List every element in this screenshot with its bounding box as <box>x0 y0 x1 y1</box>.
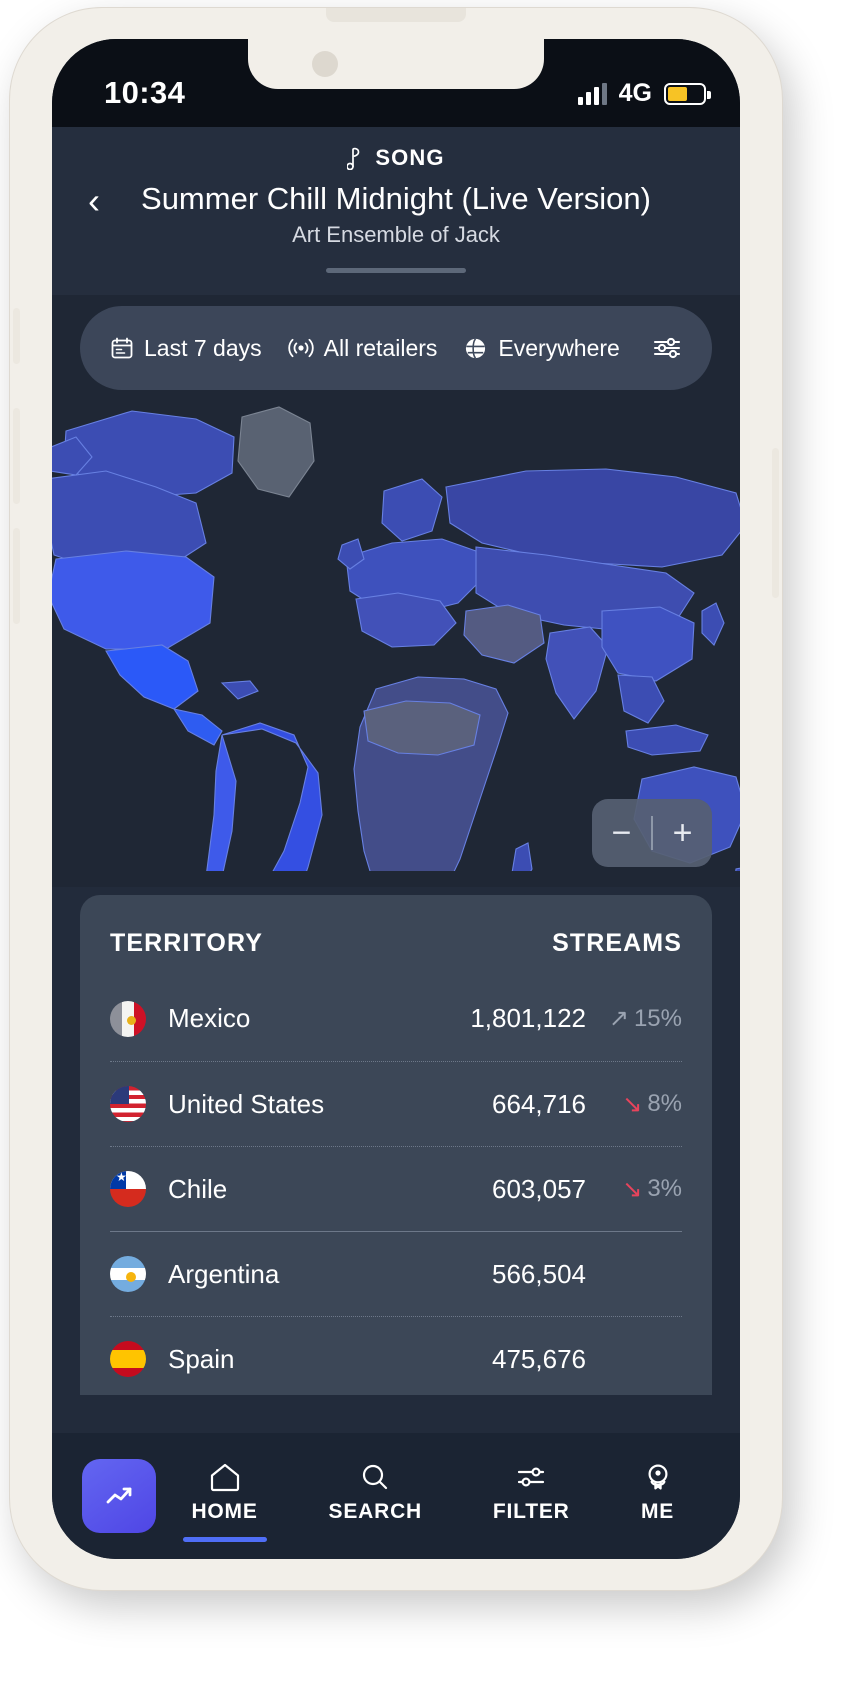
map-zoom-out-button[interactable]: − <box>592 799 651 867</box>
calendar-icon <box>111 337 133 359</box>
world-map-svg <box>52 406 740 871</box>
table-row[interactable]: United States 664,716 ↘ 8% <box>110 1061 682 1146</box>
nav-items: HOME SEARCH FILTER ME <box>156 1461 710 1542</box>
front-camera-icon <box>312 51 338 77</box>
table-row[interactable]: Spain 475,676 <box>110 1316 682 1395</box>
trend-delta-label: 8% <box>647 1090 682 1117</box>
nav-label-me: ME <box>640 1499 675 1523</box>
chile-flag <box>110 1171 146 1207</box>
nav-item-home[interactable]: HOME <box>182 1461 267 1542</box>
entity-type-kicker: SONG <box>52 145 740 171</box>
argentina-flag <box>110 1256 146 1292</box>
power-button[interactable] <box>772 448 779 598</box>
signal-bars-icon <box>577 82 607 105</box>
filter-bar: Last 7 days All retailers Everywhere <box>80 306 712 390</box>
music-note-icon <box>347 147 360 170</box>
table-row[interactable]: Mexico 1,801,122 ↗ 15% <box>110 976 682 1061</box>
status-bar: 10:34 4G <box>52 39 740 127</box>
filter-territory-label: Everywhere <box>498 334 620 361</box>
territory-name: Spain <box>168 1343 235 1374</box>
column-header-streams: STREAMS <box>552 929 682 957</box>
stream-count: 475,676 <box>492 1343 586 1374</box>
filter-settings-button[interactable] <box>652 335 682 361</box>
united-states-flag <box>110 1086 146 1122</box>
trend-delta-label: 15% <box>633 1004 682 1032</box>
profile-icon <box>648 1464 668 1489</box>
volume-up-button[interactable] <box>13 408 20 504</box>
frame-speaker-notch <box>326 8 466 22</box>
sheet-grabber[interactable] <box>326 268 466 273</box>
nav-label-search: SEARCH <box>328 1499 423 1523</box>
network-type-label: 4G <box>618 79 652 107</box>
screenshot-root: 10:34 4G ‹ SONG Summer Chill Midnight (L… <box>0 0 842 1704</box>
artist-subtitle: Art Ensemble of Jack <box>292 222 500 247</box>
search-icon <box>363 1464 388 1489</box>
phone-frame: 10:34 4G ‹ SONG Summer Chill Midnight (L… <box>10 8 782 1590</box>
spain-flag <box>110 1341 146 1377</box>
trend-delta-label: 3% <box>647 1175 682 1202</box>
filter-date-range[interactable]: Last 7 days <box>110 335 262 362</box>
battery-icon <box>664 82 711 105</box>
nav-item-me[interactable]: ME <box>641 1461 675 1532</box>
map-zoom-controls: − + <box>592 799 712 867</box>
nav-active-underline <box>182 1536 267 1542</box>
map-zoom-in-button[interactable]: + <box>653 799 712 867</box>
phone-screen: 10:34 4G ‹ SONG Summer Chill Midnight (L… <box>52 39 740 1559</box>
display-notch <box>248 39 544 89</box>
broadcast-icon <box>288 338 314 358</box>
silent-switch[interactable] <box>13 308 20 364</box>
trend-delta: ↗ 15% <box>586 1004 682 1033</box>
stream-count: 603,057 <box>492 1173 586 1204</box>
trend-line-icon <box>106 1487 132 1504</box>
page-title: Summer Chill Midnight (Live Version) <box>141 181 651 216</box>
trend-delta: ↘ 3% <box>586 1175 682 1204</box>
sliders-icon <box>653 337 681 359</box>
table-row[interactable]: Argentina 566,504 <box>110 1231 682 1316</box>
territory-name: Chile <box>168 1173 228 1204</box>
stream-count: 566,504 <box>492 1258 586 1289</box>
stream-count: 1,801,122 <box>470 1003 586 1033</box>
territory-name: United States <box>168 1088 325 1119</box>
column-header-territory: TERRITORY <box>110 929 263 957</box>
trend-down-icon: ↘ <box>622 1090 643 1118</box>
world-map[interactable]: Last 7 days All retailers Everywhere − + <box>52 295 740 887</box>
filter-retailers[interactable]: All retailers <box>288 334 438 362</box>
stream-count: 664,716 <box>492 1088 586 1119</box>
table-row[interactable]: Chile603,057↘3% <box>110 1146 682 1231</box>
trend-delta: ↘ 8% <box>586 1090 682 1119</box>
territory-name: Argentina <box>168 1258 280 1289</box>
filter-territory[interactable]: Everywhere <box>463 334 620 362</box>
table-header-row: TERRITORY STREAMS <box>110 895 682 976</box>
status-indicators: 4G <box>577 75 711 108</box>
table-body: Mexico 1,801,122 ↗ 15% United States 664,716 ↘… <box>110 976 682 1395</box>
bottom-navigation: HOME SEARCH FILTER ME <box>52 1433 740 1559</box>
territory-table: TERRITORY STREAMS Mexico 1,801,122 ↗ 15% Uni… <box>80 895 712 1395</box>
status-time: 10:34 <box>104 75 186 110</box>
home-icon <box>210 1463 239 1491</box>
sliders-icon <box>518 1466 545 1487</box>
back-button[interactable]: ‹ <box>88 183 100 219</box>
filter-date-label: Last 7 days <box>144 334 262 361</box>
kicker-label: SONG <box>375 145 445 170</box>
nav-item-filter[interactable]: FILTER <box>493 1461 570 1532</box>
analytics-app-icon[interactable] <box>82 1459 156 1533</box>
trend-down-icon: ↘ <box>622 1175 643 1203</box>
nav-item-search[interactable]: SEARCH <box>329 1461 422 1532</box>
volume-down-button[interactable] <box>13 528 20 624</box>
territory-name: Mexico <box>168 1003 251 1033</box>
mexico-flag <box>110 1000 146 1037</box>
app-header: ‹ SONG Summer Chill Midnight (Live Versi… <box>52 127 740 295</box>
trend-up-icon: ↗ <box>608 1005 629 1032</box>
globe-icon <box>466 337 486 359</box>
filter-retailers-label: All retailers <box>323 334 438 361</box>
nav-label-filter: FILTER <box>492 1499 570 1523</box>
nav-label-home: HOME <box>191 1499 258 1523</box>
